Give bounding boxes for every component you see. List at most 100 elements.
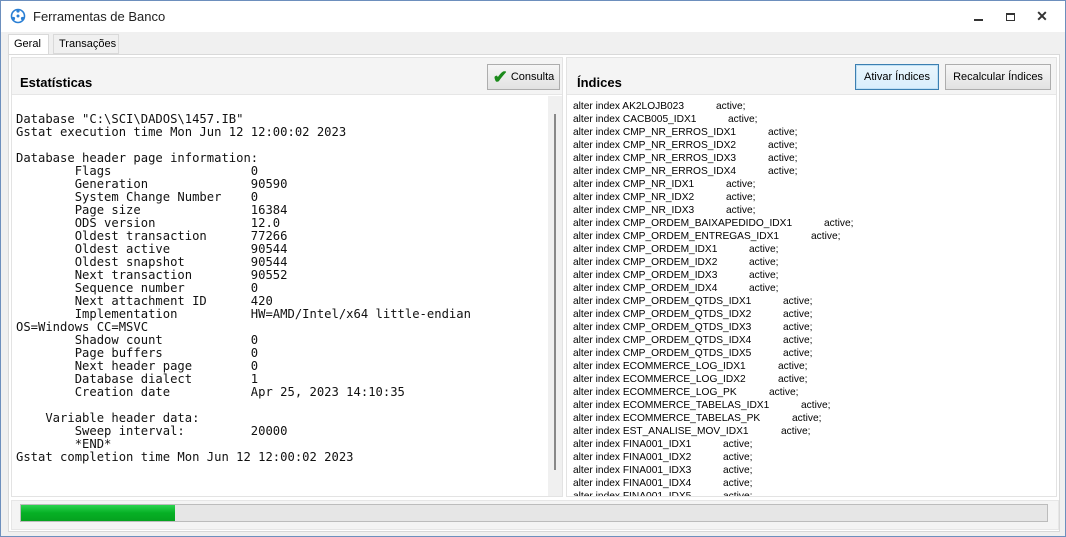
progress-bar [20,504,1048,522]
index-row: alter index ECOMMERCE_TABELAS_PK active; [573,412,1056,425]
progress-fill [21,505,175,521]
index-name: alter index CMP_ORDEM_IDX2 [573,257,718,268]
index-status: active; [783,322,813,333]
index-status: active; [781,426,811,437]
index-row: alter index FINA001_IDX3 active; [573,464,1056,477]
recalculate-indexes-button[interactable]: Recalcular Índices [945,64,1051,90]
index-name: alter index FINA001_IDX1 [573,439,692,450]
consulta-label: Consulta [510,71,555,83]
index-name: alter index CMP_ORDEM_QTDS_IDX5 [573,348,752,359]
index-row: alter index CMP_NR_IDX3 active; [573,204,1056,217]
index-row: alter index ECOMMERCE_LOG_IDX1 active; [573,360,1056,373]
index-row: alter index ECOMMERCE_TABELAS_IDX1 active… [573,399,1056,412]
index-status: active; [749,257,779,268]
index-status: active; [768,140,798,151]
index-status: active; [783,296,813,307]
title-bar[interactable]: Ferramentas de Banco ✕ [1,1,1065,32]
index-row: alter index FINA001_IDX4 active; [573,477,1056,490]
index-row: alter index ECOMMERCE_LOG_PK active; [573,386,1056,399]
index-row: alter index CMP_NR_IDX2 active; [573,191,1056,204]
index-name: alter index CMP_ORDEM_IDX1 [573,244,718,255]
index-name: alter index CMP_ORDEM_QTDS_IDX4 [573,335,752,346]
index-row: alter index EST_ANALISE_MOV_IDX1 active; [573,425,1056,438]
index-name: alter index CMP_ORDEM_BAIXAPEDIDO_IDX1 [573,218,793,229]
index-name: alter index CMP_NR_ERROS_IDX2 [573,140,737,151]
index-list[interactable]: alter index AK2LOJB023 active; alter index… [567,96,1056,496]
index-name: alter index CMP_NR_ERROS_IDX4 [573,166,737,177]
index-name: alter index AK2LOJB023 [573,101,685,112]
index-row: alter index CMP_ORDEM_QTDS_IDX2 active; [573,308,1056,321]
tab-transacoes[interactable]: Transações [53,34,119,54]
checkmark-icon: ✔ [492,67,508,87]
index-name: alter index CMP_ORDEM_IDX3 [573,270,718,281]
index-row: alter index FINA001_IDX2 active; [573,451,1056,464]
index-row: alter index CMP_ORDEM_BAIXAPEDIDO_IDX1 ac… [573,217,1056,230]
index-status: active; [723,490,752,496]
index-name: alter index FINA001_IDX5 [573,491,691,496]
index-status: active; [726,179,756,190]
index-name: alter index ECOMMERCE_LOG_IDX1 [573,361,746,372]
activate-indexes-button[interactable]: Ativar Índices [855,64,939,90]
index-name: alter index FINA001_IDX3 [573,465,692,476]
stats-scroll-thumb[interactable] [554,114,556,470]
index-status: active; [716,101,746,112]
consulta-button[interactable]: ✔ Consulta [487,64,560,90]
index-row: alter index CMP_ORDEM_QTDS_IDX4 active; [573,334,1056,347]
index-name: alter index CMP_ORDEM_QTDS_IDX2 [573,309,752,320]
index-name: alter index CMP_NR_IDX3 [573,205,695,216]
index-row: alter index CMP_ORDEM_QTDS_IDX1 active; [573,295,1056,308]
stats-header: Estatísticas ✔ Consulta [12,58,562,95]
index-row: alter index CMP_ORDEM_QTDS_IDX3 active; [573,321,1056,334]
stats-title: Estatísticas [20,75,93,90]
stats-scrollbar[interactable] [548,96,562,496]
index-name: alter index CMP_ORDEM_ENTREGAS_IDX1 [573,231,780,242]
minimize-icon[interactable] [963,1,993,32]
index-status: active; [749,244,779,255]
index-row: alter index CMP_ORDEM_IDX1 active; [573,243,1056,256]
index-row: alter index CMP_NR_ERROS_IDX2 active; [573,139,1056,152]
index-status: active; [801,400,831,411]
index-status: active; [723,465,753,476]
index-status: active; [778,374,808,385]
index-row: alter index CMP_NR_ERROS_IDX3 active; [573,152,1056,165]
index-header: Índices Ativar Índices Recalcular Índice… [567,58,1056,95]
index-name: alter index CMP_ORDEM_QTDS_IDX3 [573,322,752,333]
index-status: active; [726,205,756,216]
index-row: alter index CACB005_IDX1 active; [573,113,1056,126]
index-name: alter index ECOMMERCE_TABELAS_IDX1 [573,400,770,411]
index-row: alter index CMP_NR_ERROS_IDX1 active; [573,126,1056,139]
index-status: active; [824,218,854,229]
index-row: alter index CMP_ORDEM_QTDS_IDX5 active; [573,347,1056,360]
index-status: active; [728,114,758,125]
index-row: alter index CMP_ORDEM_IDX2 active; [573,256,1056,269]
index-status: active; [811,231,841,242]
index-row: alter index CMP_ORDEM_IDX4 active; [573,282,1056,295]
index-row: alter index CMP_ORDEM_ENTREGAS_IDX1 activ… [573,230,1056,243]
progress-area [11,500,1059,530]
stats-line: Gstat execution time Mon Jun 12 12:00:02… [16,125,347,139]
index-status: active; [723,452,753,463]
index-status: active; [778,361,808,372]
index-status: active; [749,270,779,281]
close-icon[interactable]: ✕ [1027,1,1057,32]
index-row: alter index AK2LOJB023 active; [573,100,1056,113]
index-name: alter index CMP_NR_IDX1 [573,179,695,190]
index-status: active; [783,335,813,346]
index-title: Índices [577,75,622,90]
index-row: alter index CMP_NR_ERROS_IDX4 active; [573,165,1056,178]
maximize-icon[interactable] [995,1,1025,32]
stats-pane: Estatísticas ✔ Consulta Database "C:\SCI… [11,57,563,497]
index-name: alter index ECOMMERCE_LOG_PK [573,387,737,398]
index-status: active; [792,413,822,424]
index-status: active; [768,166,798,177]
index-name: alter index CMP_NR_ERROS_IDX1 [573,127,737,138]
window-title: Ferramentas de Banco [33,9,166,24]
stats-text[interactable]: Database "C:\SCI\DADOS\1457.IB" Gstat exe… [12,96,548,496]
index-name: alter index FINA001_IDX4 [573,478,692,489]
app-icon [10,8,26,24]
index-status: active; [783,309,813,320]
tab-geral[interactable]: Geral [8,34,49,55]
stats-line: Gstat completion time Mon Jun 12 12:00:0… [16,450,354,464]
index-name: alter index CACB005_IDX1 [573,114,697,125]
index-name: alter index CMP_NR_ERROS_IDX3 [573,153,737,164]
